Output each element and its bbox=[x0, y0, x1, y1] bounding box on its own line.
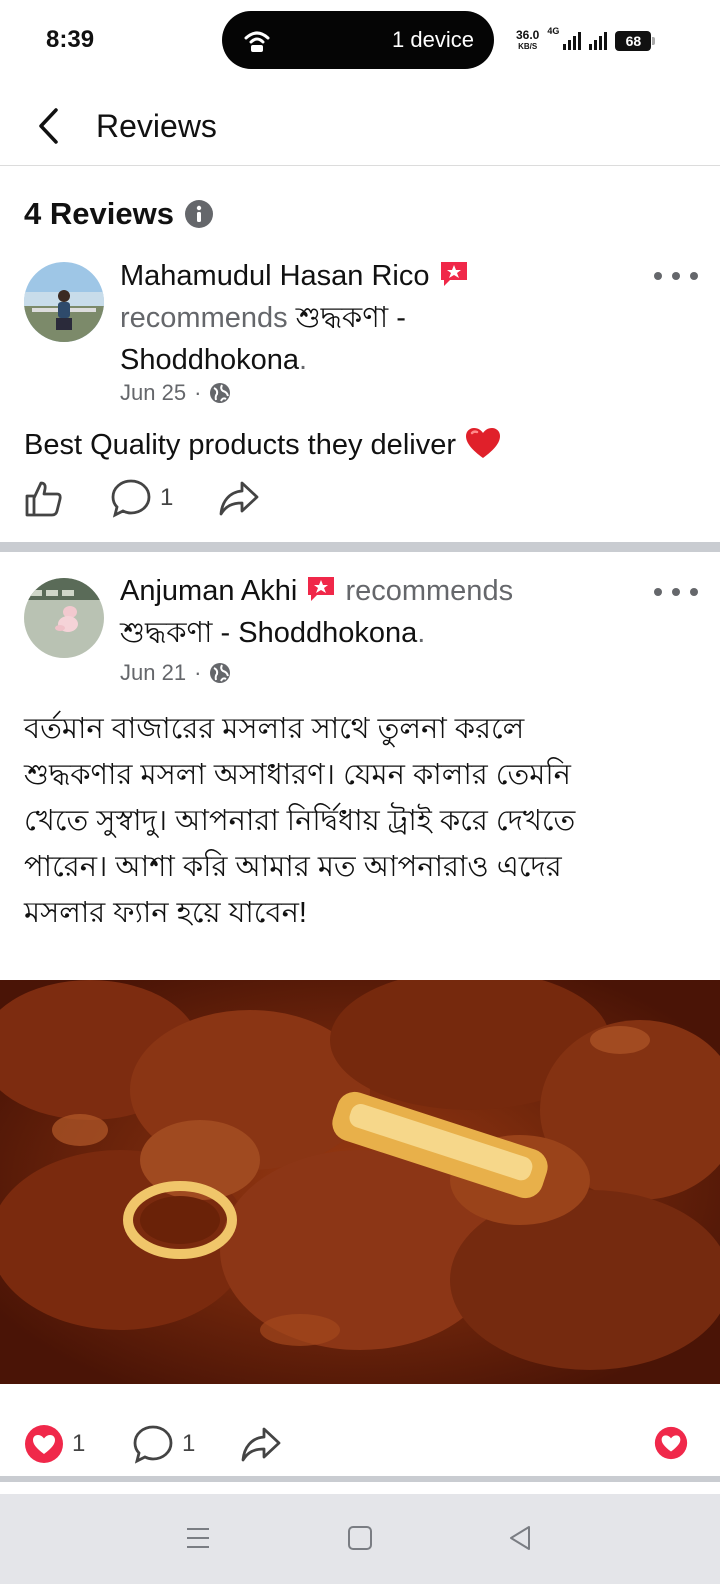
review-author[interactable]: Mahamudul Hasan Rico bbox=[120, 260, 429, 292]
review-date[interactable]: Jun 21 bbox=[120, 660, 186, 686]
page-name-bn[interactable]: শুদ্ধকণা - bbox=[296, 302, 406, 334]
review-author[interactable]: Anjuman Akhi bbox=[120, 575, 297, 607]
page-name[interactable]: শুদ্ধকণা - Shoddhokona bbox=[120, 617, 417, 649]
avatar-photo bbox=[24, 578, 104, 658]
review-photo[interactable] bbox=[0, 980, 720, 1384]
network-speed: 36.0 KB/S bbox=[516, 28, 540, 51]
back-button[interactable] bbox=[28, 104, 68, 148]
like-count: 1 bbox=[72, 1430, 86, 1457]
chevron-left-icon bbox=[39, 108, 58, 144]
status-time: 8:39 bbox=[46, 26, 95, 53]
triangle-back-icon bbox=[510, 1526, 530, 1550]
menu-icon bbox=[187, 1528, 209, 1548]
network-type: 4G bbox=[547, 26, 560, 36]
avatar-photo bbox=[24, 262, 104, 342]
status-bar: 8:39 1 device 36.0 KB/S 4G 68 bbox=[0, 0, 720, 80]
red-heart-icon bbox=[466, 428, 501, 458]
review-actions: 1 bbox=[0, 470, 720, 530]
review-author-line: Mahamudul Hasan Rico recommends শুদ্ধকণা… bbox=[120, 255, 640, 381]
avatar[interactable] bbox=[24, 262, 104, 342]
like-button[interactable]: 1 bbox=[24, 1424, 85, 1464]
reviews-count-title: 4 Reviews bbox=[24, 196, 174, 231]
signal-icon-2 bbox=[589, 32, 608, 50]
comment-count: 1 bbox=[182, 1430, 196, 1457]
more-options-button[interactable] bbox=[654, 582, 698, 602]
comment-icon bbox=[133, 1425, 173, 1464]
review-divider bbox=[0, 542, 720, 552]
heart-reaction-icon bbox=[25, 1425, 63, 1463]
like-button[interactable] bbox=[24, 478, 64, 518]
reviews-count-row: 4 Reviews bbox=[24, 196, 214, 232]
comment-button[interactable]: 1 bbox=[132, 1424, 195, 1464]
comment-count: 1 bbox=[160, 484, 174, 511]
status-indicators: 36.0 KB/S 4G 68 bbox=[516, 26, 656, 56]
avatar[interactable] bbox=[24, 578, 104, 658]
menu-button[interactable] bbox=[176, 1516, 220, 1560]
review-meta: Jun 25 · bbox=[120, 380, 231, 406]
top-fan-badge-icon bbox=[440, 262, 467, 286]
share-icon bbox=[219, 481, 259, 516]
home-square-icon bbox=[348, 1526, 372, 1550]
top-fan-badge-icon bbox=[308, 577, 335, 601]
battery-icon: 68 bbox=[615, 31, 656, 51]
review-date[interactable]: Jun 25 bbox=[120, 380, 186, 406]
page-name-en[interactable]: Shoddhokona bbox=[120, 344, 299, 376]
system-nav-bar bbox=[0, 1494, 720, 1584]
info-icon[interactable] bbox=[184, 199, 214, 229]
back-nav-button[interactable] bbox=[498, 1516, 542, 1560]
share-icon bbox=[241, 1427, 281, 1462]
comment-button[interactable]: 1 bbox=[110, 478, 173, 518]
hotspot-icon bbox=[244, 31, 270, 52]
review-actions: 1 1 bbox=[0, 1414, 720, 1474]
page-title: Reviews bbox=[96, 108, 217, 144]
app-header: Reviews bbox=[0, 86, 720, 166]
curry-photo bbox=[0, 980, 720, 1384]
share-button[interactable] bbox=[218, 478, 260, 518]
heart-reaction-icon bbox=[654, 1426, 688, 1460]
share-button[interactable] bbox=[240, 1424, 282, 1464]
globe-icon bbox=[210, 663, 231, 683]
signal-icon bbox=[563, 32, 582, 50]
comment-icon bbox=[111, 479, 151, 518]
review-text: Best Quality products they deliver bbox=[24, 422, 502, 468]
hotspot-label: 1 device bbox=[392, 27, 474, 52]
review-verb: recommends bbox=[345, 575, 514, 607]
more-options-button[interactable] bbox=[654, 266, 698, 286]
review-divider bbox=[0, 1476, 720, 1482]
hotspot-pill[interactable]: 1 device bbox=[222, 11, 494, 69]
globe-icon bbox=[210, 383, 231, 403]
review-meta: Jun 21 · bbox=[120, 660, 231, 686]
review-author-line: Anjuman Akhi recommends শুদ্ধকণা - Shodd… bbox=[120, 575, 514, 649]
thumbs-up-icon bbox=[25, 481, 62, 517]
reaction-summary[interactable] bbox=[654, 1426, 688, 1460]
home-button[interactable] bbox=[338, 1516, 382, 1560]
review-verb: recommends bbox=[120, 302, 288, 334]
review-text: বর্তমান বাজারের মসলার সাথে তুলনা করলে শু… bbox=[24, 713, 576, 929]
